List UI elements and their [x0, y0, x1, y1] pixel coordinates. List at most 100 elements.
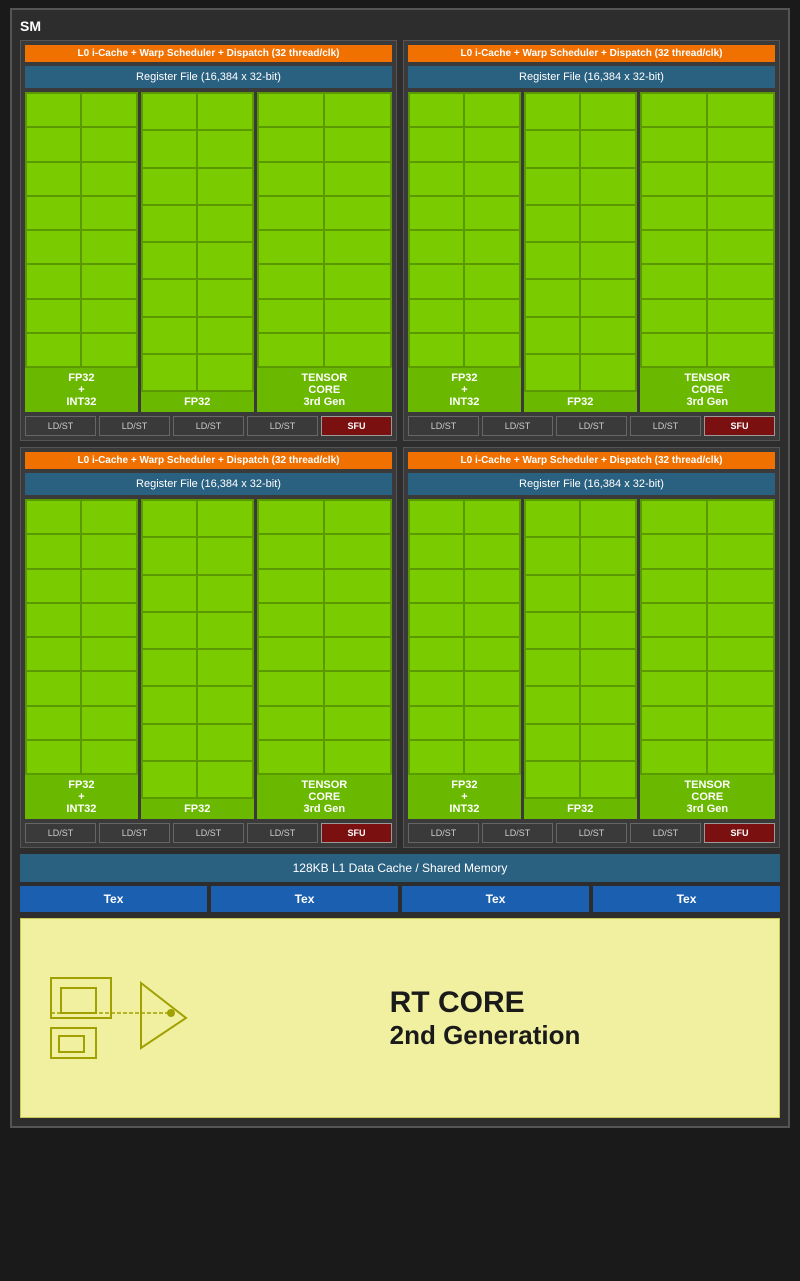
fp32-cell: [82, 231, 135, 263]
fp32-cell: [465, 163, 518, 195]
fp32-cell: [410, 163, 463, 195]
fp32-cell: [143, 355, 196, 390]
tex-unit-2: Tex: [211, 886, 398, 912]
fp32-cell: [198, 318, 251, 353]
fp32-cell: [143, 169, 196, 204]
fp32-grid-4: [524, 499, 637, 799]
tensor-cell: [708, 707, 773, 739]
tensor-cell: [708, 300, 773, 332]
rt-core-text: RT CORE 2nd Generation: [390, 986, 581, 1051]
fp32-cell: [410, 638, 463, 670]
fp32-cell: [465, 535, 518, 567]
tensor-cell: [642, 535, 707, 567]
tensor-cell: [708, 741, 773, 773]
tensor-cell: [642, 570, 707, 602]
tensor-cell: [259, 128, 324, 160]
sfu-unit-1: SFU: [321, 416, 392, 436]
fp32-label-2: FP32: [524, 392, 637, 412]
fp32-cell: [82, 265, 135, 297]
tensor-cell: [259, 707, 324, 739]
cores-wrapper-3: FP32+INT32: [25, 499, 392, 819]
fp32-cell: [143, 613, 196, 648]
tensor-col-2: TENSORCORE3rd Gen: [640, 92, 775, 412]
fp32-cell: [410, 707, 463, 739]
tensor-cell: [259, 231, 324, 263]
fp32-cell: [143, 206, 196, 241]
tensor-cell: [642, 163, 707, 195]
fp32-cell: [526, 243, 579, 278]
tensor-cell: [642, 501, 707, 533]
fp32-cell: [465, 231, 518, 263]
tensor-cell: [708, 604, 773, 636]
tensor-cell: [259, 638, 324, 670]
tensor-cell: [325, 94, 390, 126]
fp32-cell: [526, 650, 579, 685]
bottom-units-3: LD/ST LD/ST LD/ST LD/ST SFU: [25, 823, 392, 843]
tensor-cell: [259, 501, 324, 533]
tensor-cell: [642, 231, 707, 263]
fp32-cell: [82, 197, 135, 229]
fp32-cell: [143, 318, 196, 353]
bottom-units-2: LD/ST LD/ST LD/ST LD/ST SFU: [408, 416, 775, 436]
tensor-cell: [708, 535, 773, 567]
fp32-int32-col-1: FP32+INT32: [25, 92, 138, 412]
fp32-cell: [410, 231, 463, 263]
fp32-cell: [410, 501, 463, 533]
quadrant-3: L0 i-Cache + Warp Scheduler + Dispatch (…: [20, 447, 397, 848]
fp32-cell: [82, 535, 135, 567]
sfu-unit-4: SFU: [704, 823, 775, 843]
tensor-cell: [259, 265, 324, 297]
fp32-int32-grid-1: [25, 92, 138, 368]
cores-wrapper-2: FP32+INT32: [408, 92, 775, 412]
fp32-int32-grid-4: [408, 499, 521, 775]
fp32-cell: [82, 128, 135, 160]
fp32-grid-3: [141, 499, 254, 799]
fp32-cell: [82, 604, 135, 636]
fp32-cell: [410, 300, 463, 332]
tex-unit-1: Tex: [20, 886, 207, 912]
fp32-cell: [27, 638, 80, 670]
fp32-cell: [27, 604, 80, 636]
fp32-cell: [581, 206, 634, 241]
tensor-cell: [642, 707, 707, 739]
fp32-cell: [82, 94, 135, 126]
fp32-int32-label-1: FP32+INT32: [25, 368, 138, 412]
fp32-cell: [581, 538, 634, 573]
fp32-cell: [82, 501, 135, 533]
fp32-cell: [27, 672, 80, 704]
tex-unit-3: Tex: [402, 886, 589, 912]
fp32-cell: [198, 243, 251, 278]
sm-label: SM: [20, 18, 780, 34]
ldst-unit-2: LD/ST: [99, 416, 170, 436]
fp32-cell: [465, 604, 518, 636]
tensor-cell: [259, 197, 324, 229]
fp32-cell: [410, 197, 463, 229]
cores-wrapper-1: FP32+INT32: [25, 92, 392, 412]
fp32-label-4: FP32: [524, 799, 637, 819]
tensor-cell: [325, 570, 390, 602]
ldst-unit-3: LD/ST: [173, 416, 244, 436]
fp32-cell: [143, 280, 196, 315]
tensor-cell: [325, 197, 390, 229]
fp32-cell: [581, 725, 634, 760]
tensor-cell: [708, 231, 773, 263]
fp32-cell: [82, 334, 135, 366]
fp32-cell: [465, 501, 518, 533]
ldst-unit-13: LD/ST: [408, 823, 479, 843]
ldst-unit-5: LD/ST: [408, 416, 479, 436]
tensor-cell: [708, 672, 773, 704]
tensor-cell: [642, 197, 707, 229]
fp32-cell: [581, 94, 634, 129]
ldst-unit-10: LD/ST: [99, 823, 170, 843]
ldst-unit-6: LD/ST: [482, 416, 553, 436]
tensor-cell: [642, 265, 707, 297]
fp32-int32-grid-3: [25, 499, 138, 775]
fp32-cell: [143, 725, 196, 760]
fp32-cell: [526, 94, 579, 129]
l0-cache-bar-2: L0 i-Cache + Warp Scheduler + Dispatch (…: [408, 45, 775, 62]
l0-cache-bar-3: L0 i-Cache + Warp Scheduler + Dispatch (…: [25, 452, 392, 469]
tensor-grid-3: [257, 499, 392, 775]
l0-cache-bar-1: L0 i-Cache + Warp Scheduler + Dispatch (…: [25, 45, 392, 62]
tensor-col-1: TENSORCORE3rd Gen: [257, 92, 392, 412]
fp32-cell: [526, 501, 579, 536]
